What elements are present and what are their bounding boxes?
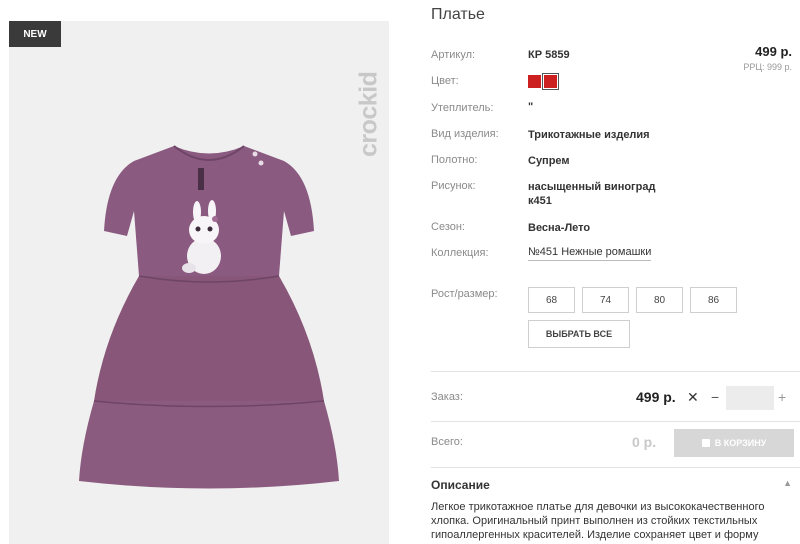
insulation-value: " bbox=[528, 101, 534, 113]
size-option-86[interactable]: 86 bbox=[690, 287, 737, 313]
product-type-label: Вид изделия: bbox=[431, 128, 499, 140]
rrp-price: РРЦ: 999 р. bbox=[743, 62, 792, 72]
cart-icon bbox=[701, 439, 710, 447]
collapse-icon[interactable]: ▲ bbox=[783, 478, 792, 488]
insulation-label: Утеплитель: bbox=[431, 102, 494, 114]
season-value: Весна-Лето bbox=[528, 222, 591, 234]
order-price: 499 р. bbox=[636, 389, 676, 405]
divider bbox=[431, 421, 800, 422]
season-label: Сезон: bbox=[431, 221, 465, 233]
fabric-label: Полотно: bbox=[431, 154, 478, 166]
product-type-value: Трикотажные изделия bbox=[528, 129, 650, 141]
add-to-cart-button[interactable]: В КОРЗИНУ bbox=[674, 429, 794, 457]
decrease-quantity-button[interactable]: − bbox=[711, 389, 719, 405]
print-label: Рисунок: bbox=[431, 180, 476, 192]
price: 499 р. bbox=[755, 44, 792, 59]
color-swatch-selected[interactable] bbox=[542, 73, 559, 90]
divider bbox=[431, 467, 800, 468]
description-text: Легкое трикотажное платье для девочки из… bbox=[431, 501, 765, 541]
add-to-cart-label: В КОРЗИНУ bbox=[714, 438, 767, 448]
size-option-68[interactable]: 68 bbox=[528, 287, 575, 313]
select-all-button[interactable]: ВЫБРАТЬ ВСЕ bbox=[528, 320, 630, 348]
size-option-74[interactable]: 74 bbox=[582, 287, 629, 313]
collection-link[interactable]: №451 Нежные ромашки bbox=[528, 246, 652, 261]
color-swatch[interactable] bbox=[528, 75, 541, 88]
new-badge: NEW bbox=[9, 21, 61, 47]
dress-illustration bbox=[79, 145, 339, 489]
quantity-input[interactable] bbox=[726, 386, 774, 410]
size-option-80[interactable]: 80 bbox=[636, 287, 683, 313]
order-label: Заказ: bbox=[431, 391, 463, 403]
total-price: 0 р. bbox=[632, 434, 657, 450]
article-label: Артикул: bbox=[431, 49, 476, 61]
print-value-line1: насыщенный виноград bbox=[528, 181, 656, 193]
sizes-label: Рост/размер: bbox=[431, 288, 498, 300]
brand-logo: crockid bbox=[354, 71, 383, 157]
product-photo[interactable]: NEW crockid bbox=[9, 21, 389, 544]
total-label: Всего: bbox=[431, 436, 463, 448]
fabric-value: Супрем bbox=[528, 155, 570, 167]
print-value-line2: к451 bbox=[528, 195, 552, 207]
collection-label: Коллекция: bbox=[431, 247, 489, 259]
product-title: Платье bbox=[431, 6, 485, 23]
increase-quantity-button[interactable]: + bbox=[778, 389, 786, 405]
article-value: КР 5859 bbox=[528, 49, 570, 61]
description-title[interactable]: Описание bbox=[431, 478, 490, 492]
remove-icon[interactable]: ✕ bbox=[687, 389, 699, 406]
divider bbox=[431, 371, 800, 372]
color-label: Цвет: bbox=[431, 75, 459, 87]
